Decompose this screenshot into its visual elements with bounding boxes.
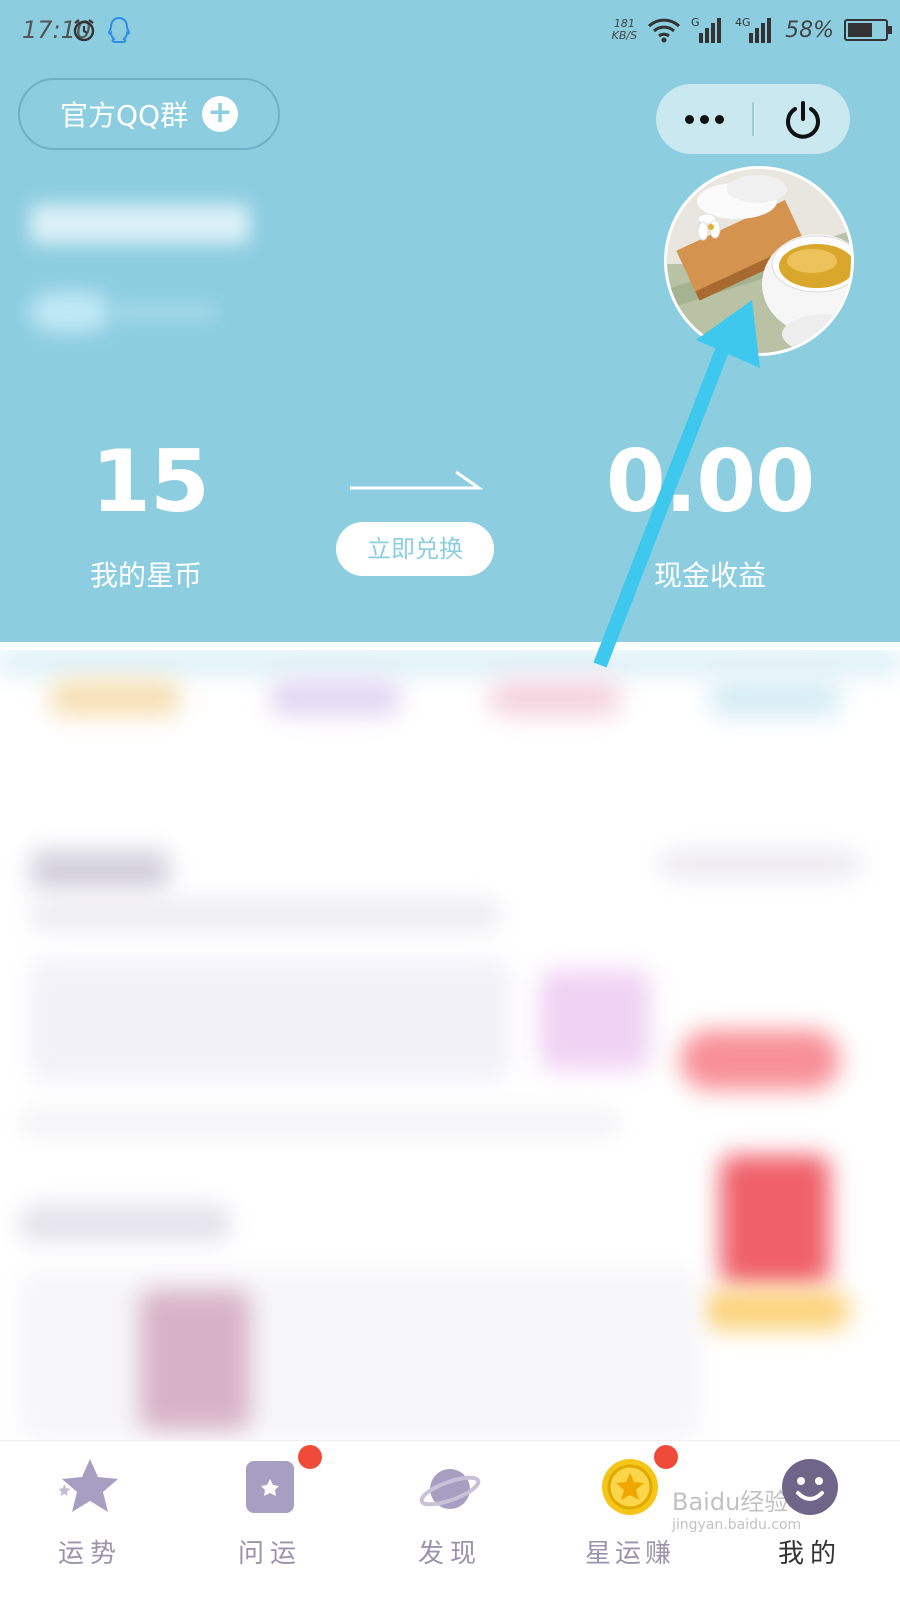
notification-badge (298, 1445, 322, 1469)
blurred-section-title (20, 1205, 230, 1241)
star-coins-value: 15 (91, 432, 210, 532)
gold-coin-icon (602, 1459, 658, 1515)
battery-percent: 58% (785, 17, 834, 43)
blurred-section-link (660, 850, 860, 878)
wifi-icon (648, 18, 681, 43)
mini-program-capsule (656, 84, 850, 154)
status-bar: 17:10 181 KB/S G 4G 58% (0, 0, 900, 64)
tab-label: 运势 (57, 1539, 122, 1569)
tab-discover[interactable]: 发现 (360, 1441, 540, 1601)
signal-4g-icon: 4G (735, 16, 772, 43)
tab-fortune[interactable]: 运势 (0, 1441, 180, 1601)
blurred-level-badge (30, 292, 110, 332)
tab-label: 发现 (417, 1539, 482, 1569)
svg-text:4G: 4G (735, 16, 751, 29)
watermark-url: jingyan.baidu.com (672, 1517, 802, 1533)
power-icon[interactable] (756, 84, 850, 154)
blurred-card-image (540, 970, 650, 1070)
profile-header: 官方QQ群 + 15 我的星币 立即兑换 0.00 现金收益 (0, 64, 900, 642)
network-speed: 181 KB/S (611, 17, 638, 42)
blurred-action-button (680, 1030, 840, 1090)
exchange-arrow-icon (350, 470, 483, 490)
official-qq-group-button[interactable]: 官方QQ群 + (18, 78, 280, 150)
blurred-menu-item (710, 680, 840, 716)
star-coins-label: 我的星币 (89, 559, 202, 592)
star-icon (58, 1459, 118, 1512)
watermark-brand: Baidu经验 (672, 1488, 789, 1516)
status-indicators: 181 KB/S G 4G 58% (611, 10, 892, 50)
tab-ask[interactable]: 问运 (180, 1441, 360, 1601)
planet-icon (419, 1469, 481, 1509)
more-icon[interactable] (656, 84, 752, 154)
baidu-watermark: Baidu经验 jingyan.baidu.com (672, 1482, 842, 1562)
plus-icon: + (202, 96, 239, 132)
battery-icon (844, 19, 892, 41)
qq-icon (107, 16, 131, 43)
blurred-card (30, 960, 510, 1080)
blurred-red-packet-button (700, 1290, 850, 1330)
blurred-menu-item (50, 680, 180, 716)
user-avatar[interactable] (664, 166, 854, 356)
blurred-username (30, 204, 250, 244)
qq-group-label: 官方QQ群 (60, 99, 189, 132)
blurred-section-title (30, 850, 170, 890)
exchange-now-button[interactable]: 立即兑换 (336, 522, 494, 576)
svg-text:G: G (691, 16, 700, 29)
blurred-red-packet (720, 1155, 830, 1285)
blurred-section-subtitle (30, 900, 500, 930)
cash-earnings-label: 现金收益 (653, 559, 766, 592)
question-card-icon (246, 1461, 294, 1513)
blurred-level-text (110, 302, 220, 322)
blurred-row (20, 1110, 620, 1136)
blurred-menu-item (490, 680, 620, 716)
blurred-content-area (0, 650, 900, 1440)
blurred-thumbnail (140, 1290, 250, 1430)
cash-earnings-value: 0.00 (605, 432, 815, 532)
header-fade (0, 650, 900, 674)
capsule-divider (752, 102, 754, 136)
tab-label: 问运 (237, 1539, 302, 1569)
blurred-list-card (20, 1270, 700, 1440)
blurred-menu-item (270, 680, 400, 716)
notification-badge (654, 1445, 678, 1469)
alarm-icon (73, 19, 95, 42)
signal-g-icon: G (691, 16, 722, 43)
